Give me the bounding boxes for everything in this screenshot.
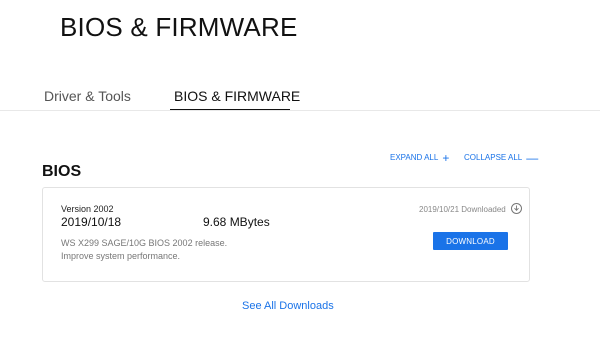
tab-bios-firmware[interactable]: BIOS & FIRMWARE [174, 88, 300, 104]
download-status: 2019/10/21 Downloaded [419, 205, 506, 214]
collapse-all-label: COLLAPSE ALL [464, 153, 523, 162]
description-line: Improve system performance. [61, 251, 181, 261]
expand-all-button[interactable]: EXPAND ALL + [390, 150, 450, 165]
description: WS X299 SAGE/10G BIOS 2002 release. Impr… [61, 237, 227, 263]
section-title: BIOS [42, 163, 82, 180]
see-all-downloads-link[interactable]: See All Downloads [242, 300, 334, 312]
bios-item-card: Version 2002 2019/10/18 9.68 MBytes WS X… [42, 187, 530, 282]
minus-icon: — [526, 150, 539, 165]
release-date: 2019/10/18 [61, 215, 122, 229]
collapse-all-button[interactable]: COLLAPSE ALL — [464, 150, 539, 165]
expand-all-label: EXPAND ALL [390, 153, 439, 162]
file-size: 9.68 MBytes [203, 215, 270, 229]
page-title: BIOS & FIRMWARE [60, 12, 298, 42]
download-button[interactable]: DOWNLOAD [433, 232, 508, 250]
tab-driver-tools[interactable]: Driver & Tools [44, 88, 131, 104]
tab-bar: Driver & Tools BIOS & FIRMWARE [0, 82, 600, 112]
plus-icon: + [442, 150, 450, 165]
description-line: WS X299 SAGE/10G BIOS 2002 release. [61, 238, 228, 248]
download-circle-icon [511, 203, 522, 214]
version-label: Version 2002 [61, 204, 114, 214]
page: BIOS & FIRMWARE Driver & Tools BIOS & FI… [0, 0, 600, 337]
tabs-divider [0, 110, 600, 111]
